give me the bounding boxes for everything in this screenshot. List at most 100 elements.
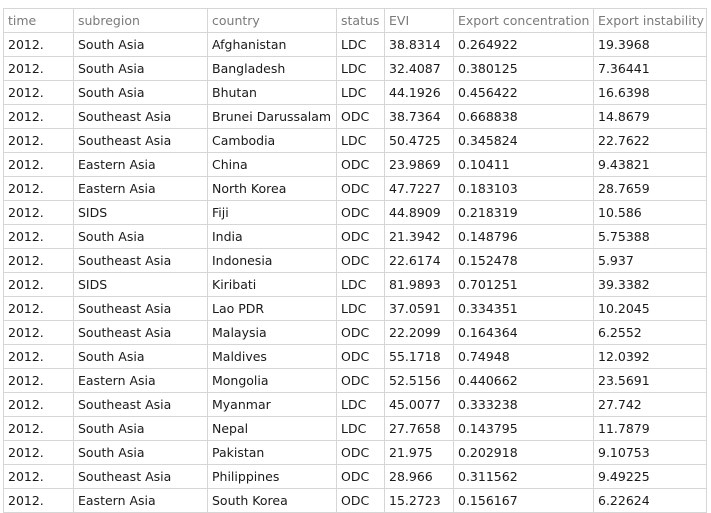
table-row[interactable]: 2012. Southeast Asia Indonesia ODC 22.6174 0.… bbox=[3, 248, 707, 273]
cell-time: 2012. bbox=[3, 488, 74, 513]
cell-time: 2012. bbox=[3, 368, 74, 393]
cell-subregion: South Asia bbox=[73, 224, 208, 249]
table-row[interactable]: 2012. Southeast Asia Lao PDR LDC 37.0591 0.33… bbox=[3, 296, 707, 321]
table-row[interactable]: 2012. Eastern Asia North Korea ODC 47.7227 0.… bbox=[3, 176, 707, 201]
column-header-status[interactable]: status bbox=[336, 8, 385, 33]
cell-export-instability: 16.6398 bbox=[593, 80, 707, 105]
table-row[interactable]: 2012. South Asia Pakistan ODC 21.975 0.202918… bbox=[3, 440, 707, 465]
cell-country: Indonesia bbox=[207, 248, 337, 273]
cell-export-concentration: 0.152478 bbox=[453, 248, 594, 273]
cell-status: LDC bbox=[336, 416, 385, 441]
cell-export-concentration: 0.183103 bbox=[453, 176, 594, 201]
cell-time: 2012. bbox=[3, 248, 74, 273]
column-header-export-instability[interactable]: Export instability bbox=[593, 8, 707, 33]
column-header-subregion[interactable]: subregion bbox=[73, 8, 208, 33]
cell-country: Malaysia bbox=[207, 320, 337, 345]
column-header-time[interactable]: time bbox=[3, 8, 74, 33]
cell-status: ODC bbox=[336, 344, 385, 369]
table-row[interactable]: 2012. South Asia Bangladesh LDC 32.4087 0.380… bbox=[3, 56, 707, 81]
cell-export-concentration: 0.668838 bbox=[453, 104, 594, 129]
cell-export-concentration: 0.202918 bbox=[453, 440, 594, 465]
cell-export-concentration: 0.701251 bbox=[453, 272, 594, 297]
cell-country: Nepal bbox=[207, 416, 337, 441]
cell-status: ODC bbox=[336, 464, 385, 489]
table-row[interactable]: 2012. South Asia India ODC 21.3942 0.148796 5.… bbox=[3, 224, 707, 249]
table-row[interactable]: 2012. Southeast Asia Myanmar LDC 45.0077 0.33… bbox=[3, 392, 707, 417]
cell-export-instability: 12.0392 bbox=[593, 344, 707, 369]
cell-export-concentration: 0.218319 bbox=[453, 200, 594, 225]
column-header-evi[interactable]: EVI bbox=[384, 8, 454, 33]
cell-status: LDC bbox=[336, 80, 385, 105]
cell-country: Fiji bbox=[207, 200, 337, 225]
cell-status: ODC bbox=[336, 224, 385, 249]
cell-evi: 44.1926 bbox=[384, 80, 454, 105]
cell-status: ODC bbox=[336, 320, 385, 345]
cell-country: Kiribati bbox=[207, 272, 337, 297]
cell-export-concentration: 0.148796 bbox=[453, 224, 594, 249]
cell-subregion: Southeast Asia bbox=[73, 104, 208, 129]
cell-export-concentration: 0.10411 bbox=[453, 152, 594, 177]
cell-time: 2012. bbox=[3, 200, 74, 225]
table-row[interactable]: 2012. SIDS Fiji ODC 44.8909 0.218319 10.586 bbox=[3, 200, 707, 225]
table-row[interactable]: 2012. SIDS Kiribati LDC 81.9893 0.701251 39.33… bbox=[3, 272, 707, 297]
cell-evi: 52.5156 bbox=[384, 368, 454, 393]
cell-subregion: South Asia bbox=[73, 344, 208, 369]
table-row[interactable]: 2012. Eastern Asia Mongolia ODC 52.5156 0.440… bbox=[3, 368, 707, 393]
cell-subregion: Eastern Asia bbox=[73, 152, 208, 177]
table-header: time subregion country status EVI Export conc… bbox=[3, 8, 707, 33]
cell-subregion: South Asia bbox=[73, 416, 208, 441]
cell-subregion: Eastern Asia bbox=[73, 176, 208, 201]
cell-status: LDC bbox=[336, 56, 385, 81]
table-row[interactable]: 2012. Eastern Asia South Korea ODC 15.2723 0.… bbox=[3, 488, 707, 513]
cell-status: ODC bbox=[336, 176, 385, 201]
table-row[interactable]: 2012. Southeast Asia Philippines ODC 28.966 0… bbox=[3, 464, 707, 489]
cell-export-concentration: 0.333238 bbox=[453, 392, 594, 417]
cell-status: ODC bbox=[336, 440, 385, 465]
table-row[interactable]: 2012. Southeast Asia Brunei Darussalam ODC 3… bbox=[3, 104, 707, 129]
cell-export-concentration: 0.74948 bbox=[453, 344, 594, 369]
cell-time: 2012. bbox=[3, 344, 74, 369]
table-row[interactable]: 2012. South Asia Bhutan LDC 44.1926 0.456422 1… bbox=[3, 80, 707, 105]
cell-export-instability: 5.75388 bbox=[593, 224, 707, 249]
table-row[interactable]: 2012. Southeast Asia Malaysia ODC 22.2099 0.1… bbox=[3, 320, 707, 345]
cell-time: 2012. bbox=[3, 464, 74, 489]
cell-country: Philippines bbox=[207, 464, 337, 489]
cell-status: LDC bbox=[336, 272, 385, 297]
cell-subregion: SIDS bbox=[73, 272, 208, 297]
data-table: time subregion country status EVI Export conc… bbox=[3, 8, 707, 513]
cell-country: Maldives bbox=[207, 344, 337, 369]
cell-country: Pakistan bbox=[207, 440, 337, 465]
table-row[interactable]: 2012. Southeast Asia Cambodia LDC 50.4725 0.3… bbox=[3, 128, 707, 153]
column-header-export-concentration[interactable]: Export concentration bbox=[453, 8, 594, 33]
cell-evi: 44.8909 bbox=[384, 200, 454, 225]
cell-status: ODC bbox=[336, 152, 385, 177]
cell-export-instability: 14.8679 bbox=[593, 104, 707, 129]
cell-evi: 47.7227 bbox=[384, 176, 454, 201]
cell-export-instability: 27.742 bbox=[593, 392, 707, 417]
cell-subregion: SIDS bbox=[73, 200, 208, 225]
table-row[interactable]: 2012. Eastern Asia China ODC 23.9869 0.10411 9… bbox=[3, 152, 707, 177]
cell-evi: 23.9869 bbox=[384, 152, 454, 177]
cell-time: 2012. bbox=[3, 392, 74, 417]
cell-export-concentration: 0.143795 bbox=[453, 416, 594, 441]
cell-export-instability: 10.586 bbox=[593, 200, 707, 225]
column-header-country[interactable]: country bbox=[207, 8, 337, 33]
cell-export-instability: 22.7622 bbox=[593, 128, 707, 153]
table-row[interactable]: 2012. South Asia Nepal LDC 27.7658 0.143795 11… bbox=[3, 416, 707, 441]
cell-subregion: Southeast Asia bbox=[73, 248, 208, 273]
cell-subregion: Southeast Asia bbox=[73, 128, 208, 153]
cell-export-instability: 6.2552 bbox=[593, 320, 707, 345]
cell-country: India bbox=[207, 224, 337, 249]
cell-country: North Korea bbox=[207, 176, 337, 201]
cell-export-concentration: 0.164364 bbox=[453, 320, 594, 345]
cell-status: LDC bbox=[336, 128, 385, 153]
cell-export-instability: 9.49225 bbox=[593, 464, 707, 489]
cell-export-instability: 10.2045 bbox=[593, 296, 707, 321]
cell-export-instability: 39.3382 bbox=[593, 272, 707, 297]
cell-export-instability: 11.7879 bbox=[593, 416, 707, 441]
cell-export-instability: 19.3968 bbox=[593, 32, 707, 57]
table-row[interactable]: 2012. South Asia Afghanistan LDC 38.8314 0.26… bbox=[3, 32, 707, 57]
table-row[interactable]: 2012. South Asia Maldives ODC 55.1718 0.74948… bbox=[3, 344, 707, 369]
cell-export-concentration: 0.440662 bbox=[453, 368, 594, 393]
cell-export-concentration: 0.456422 bbox=[453, 80, 594, 105]
